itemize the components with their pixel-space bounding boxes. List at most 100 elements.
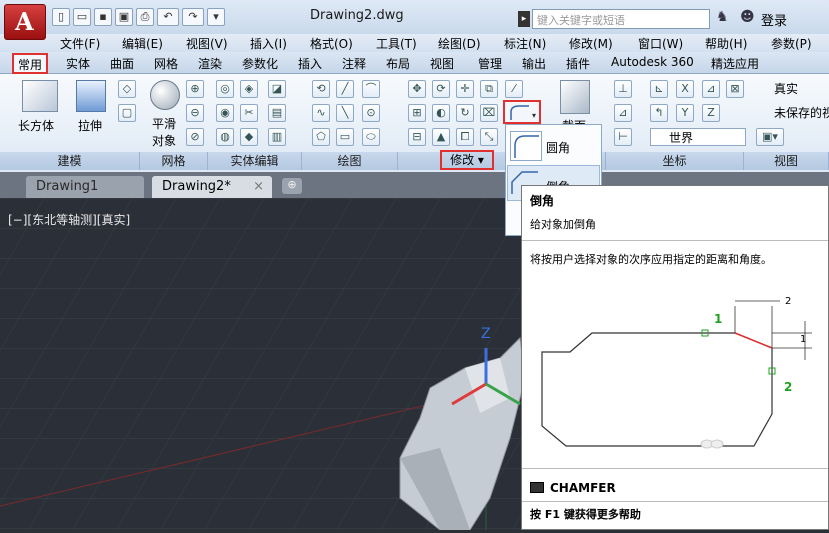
ucs-x-icon[interactable]: X [676,80,694,98]
close-icon[interactable]: × [253,179,264,194]
saveas-icon[interactable]: ▣ [115,8,133,26]
rectangle-icon[interactable]: ▭ [336,128,354,146]
3d-mirror-icon[interactable]: ◐ [432,104,450,122]
named-view-dropdown[interactable]: 未保存的视 [756,104,829,122]
extract-edges-icon[interactable]: ◈ [240,80,258,98]
arc-icon[interactable]: ⌒ [362,80,380,98]
tab-surface[interactable]: 曲面 [110,55,134,72]
menu-help[interactable]: 帮助(H) [705,35,747,52]
smooth-label-2[interactable]: 对象 [152,132,176,149]
menu-draw[interactable]: 绘图(D) [438,35,481,52]
subtract-icon[interactable]: ◉ [216,104,234,122]
smooth-object-icon[interactable] [150,80,180,110]
extrude-icon[interactable] [76,80,106,112]
ucs-previous-icon[interactable]: ↰ [650,104,668,122]
menu-edit[interactable]: 编辑(E) [122,35,163,52]
smooth-label-1[interactable]: 平滑 [152,115,176,132]
box-label[interactable]: 长方体 [18,117,54,134]
tab-manage[interactable]: 管理 [478,55,502,72]
scale-icon[interactable]: ▲ [432,128,450,146]
union-icon[interactable]: ◎ [216,80,234,98]
align-icon[interactable]: ⊞ [408,104,426,122]
panel-mesh-title[interactable]: 网格 [140,152,208,170]
shell-icon[interactable]: ▥ [268,128,286,146]
panel-draw-title[interactable]: 绘图 [302,152,398,170]
offset-icon[interactable]: ⧉ [480,80,498,98]
3d-rotate-icon[interactable]: ⟳ [432,80,450,98]
polyline-icon[interactable]: ⟲ [312,80,330,98]
tab-annotate[interactable]: 注释 [342,55,366,72]
polysolid-icon[interactable]: ◇ [118,80,136,98]
menu-modify[interactable]: 修改(M) [569,35,613,52]
new-icon[interactable]: ▯ [52,8,70,26]
doc-tab-drawing1[interactable]: Drawing1 [26,176,144,198]
print-icon[interactable]: ⎙ [136,8,154,26]
mesh-add-icon[interactable]: ⊕ [186,80,204,98]
tab-layout[interactable]: 布局 [386,55,410,72]
save-icon[interactable]: ▪ [94,8,112,26]
user-icon[interactable]: ☻ [740,9,758,29]
trim-icon[interactable]: ⁄ [505,80,523,98]
circle-icon[interactable]: ⊙ [362,104,380,122]
menu-tools[interactable]: 工具(T) [376,35,417,52]
open-icon[interactable]: ▭ [73,8,91,26]
search-input[interactable]: 键入关键字或短语 [532,9,710,29]
doc-tab-drawing2[interactable]: Drawing2* × [152,176,272,198]
ucs-origin-icon[interactable]: ⊾ [650,80,668,98]
menu-dimension[interactable]: 标注(N) [504,35,546,52]
construction-line-icon[interactable]: ╲ [336,104,354,122]
viewport-controls-label[interactable]: [−][东北等轴测][真实] [8,211,130,228]
erase-icon[interactable]: ⌧ [480,104,498,122]
tab-output[interactable]: 输出 [522,55,546,72]
panel-modify-title[interactable]: 修改 ▾ [440,150,494,170]
polygon-icon[interactable]: ⬠ [312,128,330,146]
tab-render[interactable]: 渲染 [198,55,222,72]
undo-icon[interactable]: ↶ [157,8,179,26]
viewport-config-icon[interactable]: ▣▾ [756,128,784,146]
binoculars-icon[interactable]: ♞ [716,9,734,29]
extrude-label[interactable]: 拉伸 [78,117,102,134]
tab-mesh[interactable]: 网格 [154,55,178,72]
panel-view-title[interactable]: 视图 [744,152,829,170]
search-expand-icon[interactable]: ▸ [518,11,530,27]
rotate-icon[interactable]: ↻ [456,104,474,122]
extrude-faces-icon[interactable]: ◪ [268,80,286,98]
menu-file[interactable]: 文件(F) [60,35,100,52]
menu-insert[interactable]: 插入(I) [250,35,287,52]
presspull-icon[interactable]: ▢ [118,104,136,122]
stretch-icon[interactable]: ⤡ [480,128,498,146]
slice-icon[interactable]: ✂ [240,104,258,122]
tab-view[interactable]: 视图 [430,55,454,72]
separate-icon[interactable]: ▤ [268,104,286,122]
tab-parametric[interactable]: 参数化 [242,55,278,72]
tab-featured-apps[interactable]: 精选应用 [711,55,759,72]
ucs-3point-icon[interactable]: ⊢ [614,128,632,146]
visual-style-dropdown[interactable]: 真实 [756,80,829,98]
tab-autodesk360[interactable]: Autodesk 360 [611,55,694,69]
ucs-dropdown[interactable]: 世界 [650,128,746,146]
copy-icon[interactable]: ⧠ [456,128,474,146]
tab-solid[interactable]: 实体 [66,55,90,72]
ucs-object-icon[interactable]: ⊿ [614,104,632,122]
qat-dropdown-icon[interactable]: ▾ [207,8,225,26]
tab-plugins[interactable]: 插件 [566,55,590,72]
section-plane-icon[interactable] [560,80,590,114]
menu-format[interactable]: 格式(O) [310,35,353,52]
tab-insert[interactable]: 插入 [298,55,322,72]
line-icon[interactable]: ╱ [336,80,354,98]
3d-move-icon[interactable]: ✥ [408,80,426,98]
application-menu-button[interactable]: A [4,4,46,40]
mesh-remove-icon[interactable]: ⊖ [186,104,204,122]
ucs-named-icon[interactable]: ⊠ [726,80,744,98]
fillet-menu-item[interactable]: 圆角 [546,139,570,156]
redo-icon[interactable]: ↷ [182,8,204,26]
ucs-icon[interactable]: ⊥ [614,80,632,98]
intersect-icon[interactable]: ◍ [216,128,234,146]
ucs-z-icon[interactable]: Z [702,104,720,122]
ellipse-icon[interactable]: ⬭ [362,128,380,146]
menu-view[interactable]: 视图(V) [186,35,228,52]
new-tab-icon[interactable]: ⊕ [282,178,302,194]
menu-window[interactable]: 窗口(W) [638,35,683,52]
tab-home[interactable]: 常用 [12,53,49,74]
fillet-dropdown-button[interactable]: ▾ [503,100,541,124]
